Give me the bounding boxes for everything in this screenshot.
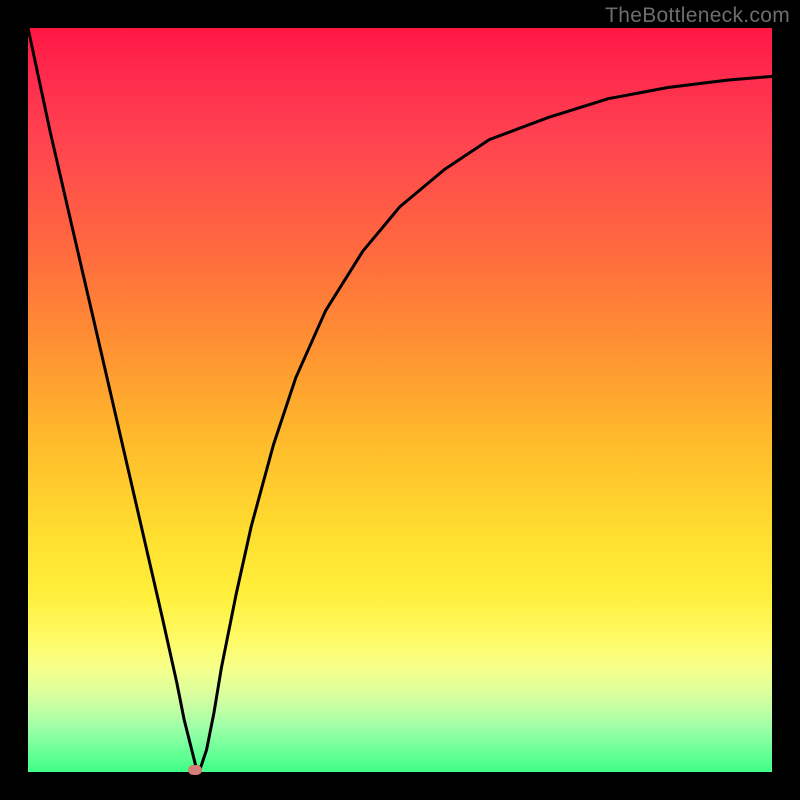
plot-area [28, 28, 772, 772]
minimum-marker [188, 765, 202, 775]
chart-frame: TheBottleneck.com [0, 0, 800, 800]
watermark-text: TheBottleneck.com [605, 4, 790, 28]
bottleneck-curve [28, 28, 772, 772]
